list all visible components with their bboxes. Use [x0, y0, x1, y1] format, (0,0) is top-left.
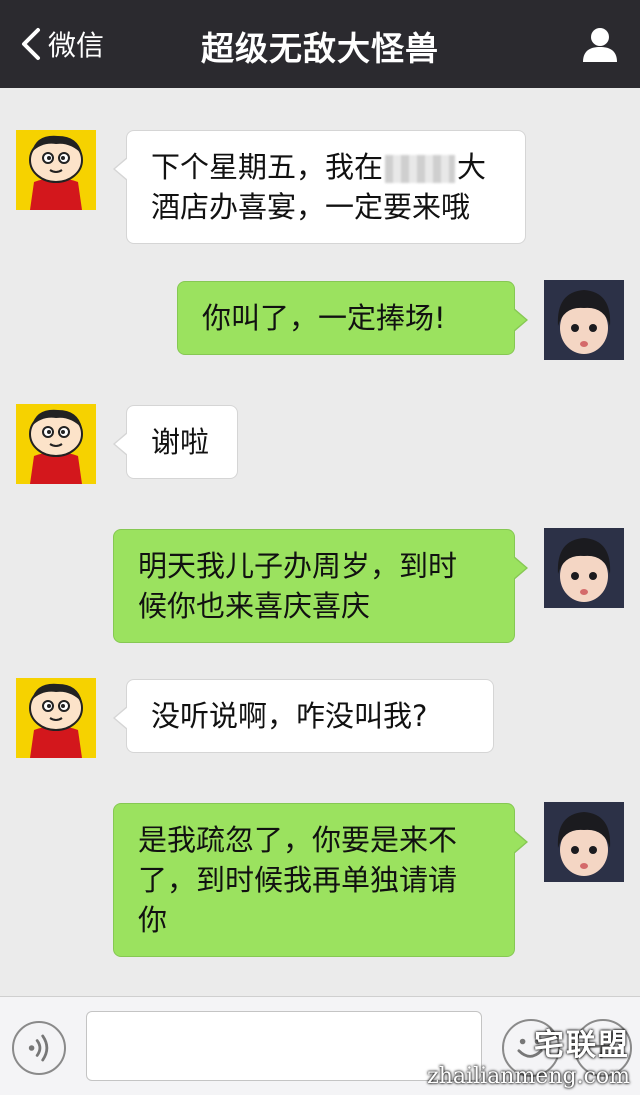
message-input[interactable]	[86, 1011, 482, 1081]
message-text: 你叫了，一定捧场!	[202, 301, 446, 335]
contact-avatar[interactable]	[16, 130, 96, 210]
my-avatar[interactable]	[544, 802, 624, 882]
message-bubble-outgoing[interactable]: 是我疏忽了，你要是来不 了，到时候我再单独请请 你	[113, 803, 528, 957]
input-bar: 宅联盟 zhailianmeng.com	[0, 996, 640, 1095]
message-text: 明天我儿子办周岁，到时	[138, 549, 458, 583]
message-bubble-outgoing[interactable]: 你叫了，一定捧场!	[177, 281, 528, 355]
contact-profile-button[interactable]	[580, 24, 620, 64]
my-avatar[interactable]	[544, 528, 624, 608]
watermark: 宅联盟 zhailianmeng.com	[427, 1020, 630, 1089]
message-bubble-outgoing[interactable]: 明天我儿子办周岁，到时 候你也来喜庆喜庆	[113, 529, 528, 643]
redacted-text	[385, 155, 456, 183]
chat-title: 超级无敌大怪兽	[201, 29, 439, 68]
message-text: 了，到时候我再单独请请	[138, 863, 458, 897]
message-text: 酒店办喜宴，一定要来哦	[151, 190, 471, 224]
message-text: 下个星期五，我在	[151, 150, 384, 184]
person-icon	[583, 28, 617, 62]
contact-avatar[interactable]	[16, 404, 96, 484]
message-text: 谢啦	[151, 425, 210, 459]
voice-input-button[interactable]	[12, 1021, 66, 1075]
message-text: 你	[138, 903, 168, 937]
voice-icon	[28, 1034, 49, 1062]
watermark-logo-text: 宅联盟	[534, 1028, 630, 1063]
message-text: 是我疏忽了，你要是来不	[138, 823, 458, 857]
chat-message-list[interactable]: 下个星期五，我在 大 酒店办喜宴，一定要来哦 你叫了，一定捧场! 谢啦 明天我儿子…	[0, 88, 640, 996]
message-bubble-incoming[interactable]: 谢啦	[113, 405, 238, 479]
watermark-url: zhailianmeng.com	[427, 1064, 630, 1089]
nav-bar: 微信 超级无敌大怪兽	[0, 0, 640, 88]
contact-avatar[interactable]	[16, 678, 96, 758]
message-text: 候你也来喜庆喜庆	[138, 589, 371, 623]
message-bubble-incoming[interactable]: 没听说啊，咋没叫我?	[113, 679, 494, 753]
message-text: 没听说啊，咋没叫我?	[151, 699, 428, 733]
message-text: 大	[457, 150, 487, 184]
message-bubble-incoming[interactable]: 下个星期五，我在 大 酒店办喜宴，一定要来哦	[113, 130, 526, 244]
my-avatar[interactable]	[544, 280, 624, 360]
